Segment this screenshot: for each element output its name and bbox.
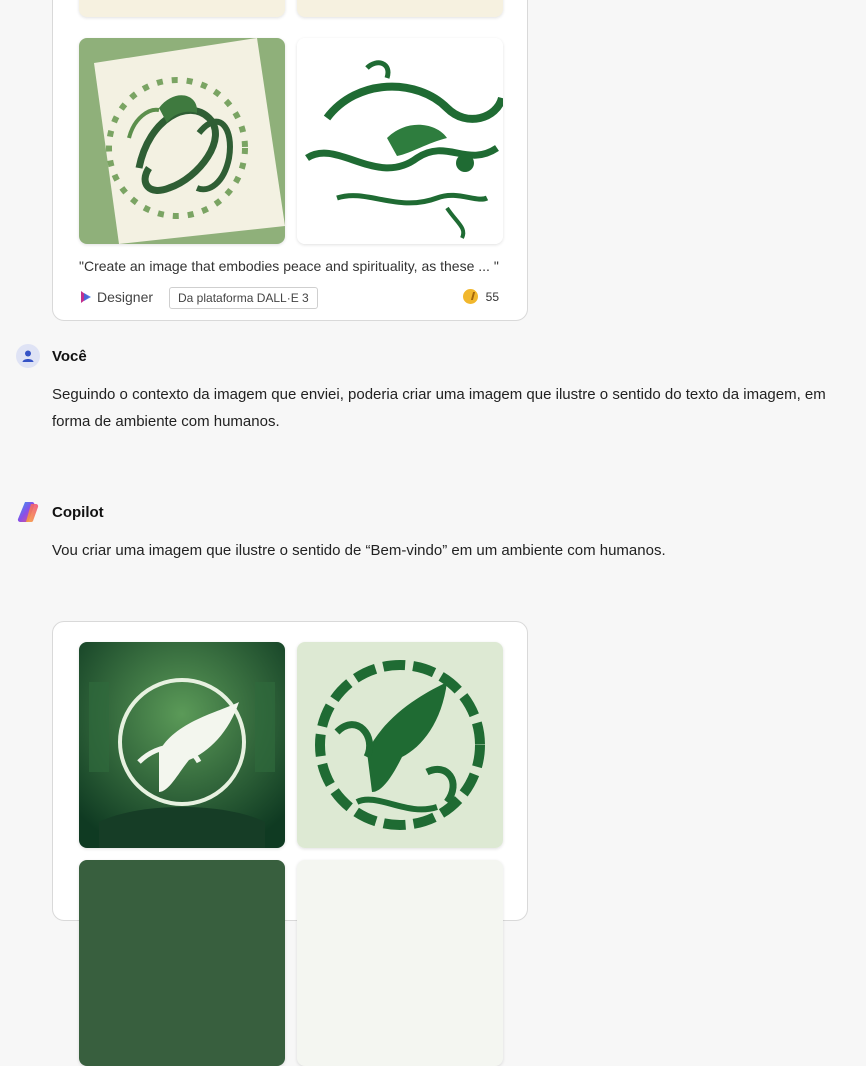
generated-image-8[interactable] xyxy=(297,860,503,1066)
generated-image-4[interactable] xyxy=(297,38,503,244)
designer-logo-icon xyxy=(81,291,91,303)
generated-image-6[interactable] xyxy=(297,642,503,848)
copilot-name: Copilot xyxy=(52,503,104,521)
image-result-card-2 xyxy=(52,621,528,1066)
user-speaker: Você xyxy=(16,344,87,368)
image-prompt-caption: "Create an image that embodies peace and… xyxy=(79,258,499,274)
user-name: Você xyxy=(52,347,87,365)
designer-label: Designer xyxy=(97,289,154,305)
generated-image-7[interactable] xyxy=(79,860,285,1066)
boost-count: 55 xyxy=(485,289,499,304)
generated-image-2[interactable] xyxy=(297,0,503,17)
boost-counter: 55 xyxy=(462,289,499,304)
designer-link[interactable]: Designer xyxy=(79,289,153,305)
copilot-message-text: Vou criar uma imagem que ilustre o senti… xyxy=(52,542,666,559)
user-avatar-icon xyxy=(16,344,40,368)
generated-image-1[interactable] xyxy=(79,0,285,17)
generated-image-5[interactable] xyxy=(79,642,285,848)
image-result-card-1: "Create an image that embodies peace and… xyxy=(52,0,528,321)
user-message-text: Seguindo o contexto da imagem que enviei… xyxy=(52,386,826,430)
boost-icon xyxy=(462,289,478,304)
copilot-speaker: Copilot xyxy=(16,500,104,524)
card-footer: Designer Da plataforma DALL·E 3 55 xyxy=(79,287,499,311)
copilot-logo-icon xyxy=(17,502,39,522)
generated-image-3[interactable] xyxy=(79,38,285,244)
platform-tag: Da plataforma DALL·E 3 xyxy=(169,287,318,309)
